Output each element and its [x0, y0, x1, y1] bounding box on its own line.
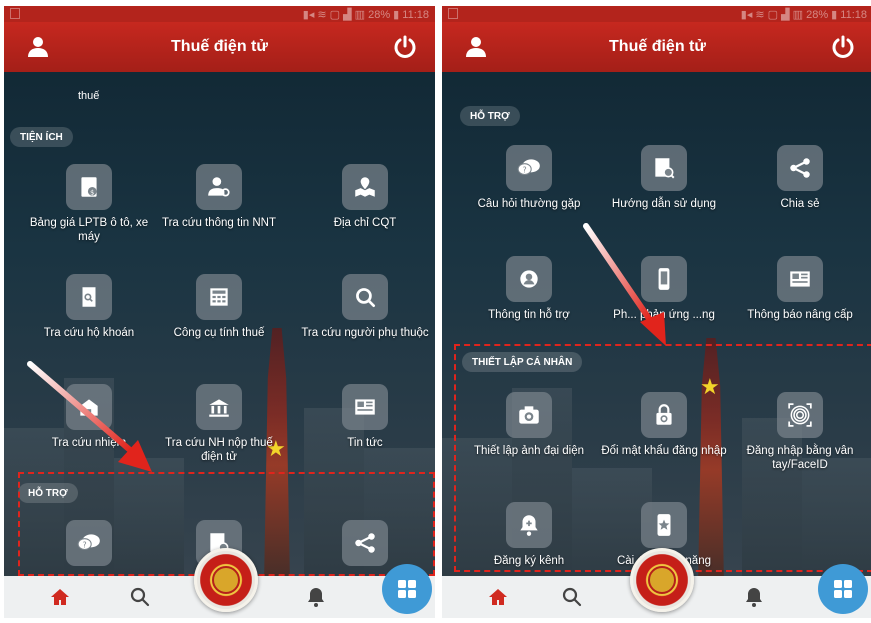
left-phone-screen: ★ ▮◂ ≋ ▢ ▟ ▥ 28% ▮ 11:18 Thuế điện tử th… [4, 6, 435, 618]
tile-share[interactable]: Chia sẻ [735, 145, 865, 211]
map-location-icon [355, 177, 375, 197]
share-icon [355, 533, 375, 553]
tile-label: Câu hỏi thường gặp [477, 198, 581, 210]
tile-label: Địa chỉ CQT [333, 217, 397, 229]
household-search-icon [82, 287, 96, 307]
section-personal-settings: THIẾT LẬP CÁ NHÂN [462, 352, 583, 372]
taxpayer-search-icon [208, 177, 230, 197]
upgrade-notice-icon [790, 271, 810, 287]
search-magnifier-icon [356, 288, 376, 308]
tile-news[interactable]: Tin tức [300, 384, 430, 450]
tile-app-feedback[interactable]: Ph... phản ứng ...ng [599, 256, 729, 322]
section-utilities: TIỆN ÍCH [10, 127, 73, 147]
section-support: HỖ TRỢ [18, 483, 78, 503]
menu-grid-icon[interactable] [818, 564, 868, 614]
tile-label: Bảng giá LPTB ô tô, xe máy [29, 217, 149, 243]
status-bar: ▮◂ ≋ ▢ ▟ ▥ 28% ▮ 11:18 [442, 6, 871, 22]
notification-icon[interactable] [304, 585, 328, 609]
tile-label: Đăng nhập bằng vân tay/FaceID [746, 445, 854, 471]
tax-emblem-icon[interactable] [194, 548, 258, 612]
bank-icon [209, 399, 229, 417]
tile-label: Tra cứu người phụ thuộc [301, 327, 429, 339]
tile-avatar-setup[interactable]: Thiết lập ảnh đại diện [464, 392, 594, 458]
news-icon [355, 399, 375, 415]
price-list-icon: $ [81, 177, 97, 197]
tile-label: Công cụ tính thuế [173, 327, 265, 339]
camera-icon [519, 406, 539, 424]
tile-change-password[interactable]: Đổi mật khẩu đăng nhập [599, 392, 729, 458]
truncated-label: thuế [78, 90, 100, 102]
support-info-icon [520, 270, 538, 288]
tile-label: Thiết lập ảnh đại diện [474, 445, 584, 457]
tile-channel-subscribe[interactable]: Đăng ký kênh [464, 502, 594, 568]
user-icon[interactable] [26, 35, 50, 59]
tile-tax-calculator[interactable]: Công cụ tính thuế [154, 274, 284, 340]
tile-biometric-login[interactable]: Đăng nhập bằng vân tay/FaceID [735, 392, 865, 472]
home-icon[interactable] [486, 585, 510, 609]
chat-question-icon: ? [77, 534, 100, 551]
app-header: Thuế điện tử [4, 22, 435, 72]
status-bar: ▮◂ ≋ ▢ ▟ ▥ 28% ▮ 11:18 [4, 6, 435, 22]
app-title: Thuế điện tử [609, 38, 706, 55]
tile-label: Tra cứu hộ khoán [43, 327, 135, 339]
tile-price-list[interactable]: $ Bảng giá LPTB ô tô, xe máy [24, 164, 154, 244]
tile-taxpayer-search[interactable]: Tra cứu thông tin NNT [154, 164, 284, 230]
search-icon[interactable] [128, 585, 152, 609]
tile-label: Ph... phản ứng ...ng [613, 309, 715, 321]
tile-label: Hướng dẫn sử dụng [611, 198, 717, 210]
svg-text:?: ? [83, 540, 87, 549]
tax-emblem-icon[interactable] [630, 548, 694, 612]
user-icon[interactable] [464, 35, 488, 59]
phone-feedback-icon [658, 268, 670, 290]
app-header: Thuế điện tử [442, 22, 871, 72]
tile-label: Tin tức [347, 437, 383, 449]
app-title: Thuế điện tử [171, 38, 268, 55]
tile-share[interactable] [300, 520, 430, 566]
obligation-search-icon [80, 399, 98, 416]
tile-label: Tra cứu thông tin NNT [161, 217, 276, 229]
svg-text:$: $ [90, 189, 94, 197]
search-icon[interactable] [560, 585, 584, 609]
tile-faq[interactable]: ? Câu hỏi thường gặp [464, 145, 594, 211]
lock-reset-icon [656, 404, 672, 425]
tile-faq[interactable]: ? [24, 520, 154, 566]
guide-doc-icon [655, 158, 675, 179]
tile-label: Đăng ký kênh [493, 555, 565, 567]
tile-label: Tra cứu nhiệm [51, 437, 127, 449]
calculator-icon [210, 288, 228, 306]
tile-label: Thông báo nâng cấp [747, 309, 853, 321]
tile-upgrade-notice[interactable]: Thông báo nâng cấp [735, 256, 865, 322]
power-icon[interactable] [831, 35, 855, 59]
tile-label: Thông tin hỗ trợ [488, 309, 570, 321]
home-icon[interactable] [48, 585, 72, 609]
tile-bank-search[interactable]: Tra cứu NH nộp thuế điện tử [154, 384, 284, 464]
bell-subscribe-icon [520, 515, 538, 536]
power-icon[interactable] [393, 35, 417, 59]
svg-text:?: ? [523, 165, 527, 174]
tile-dependent-search[interactable]: Tra cứu người phụ thuộc [300, 274, 430, 340]
tile-user-guide[interactable]: Hướng dẫn sử dụng [599, 145, 729, 211]
tile-obligation-search[interactable]: Tra cứu nhiệm [24, 384, 154, 450]
fingerprint-icon [788, 403, 812, 427]
right-phone-screen: ★ ▮◂ ≋ ▢ ▟ ▥ 28% ▮ 11:18 Thuế điện tử HỖ… [442, 6, 871, 618]
tile-label: Tra cứu NH nộp thuế điện tử [165, 437, 273, 463]
tile-support-info[interactable]: Thông tin hỗ trợ [464, 256, 594, 322]
tile-label: Chia sẻ [780, 198, 820, 210]
menu-grid-icon[interactable] [382, 564, 432, 614]
tile-tax-office-address[interactable]: Địa chỉ CQT [300, 164, 430, 230]
chat-question-icon: ? [517, 159, 540, 176]
notification-icon[interactable] [742, 585, 766, 609]
settings-phone-icon [657, 514, 671, 536]
section-support: HỖ TRỢ [460, 106, 520, 126]
tile-label: Đổi mật khẩu đăng nhập [601, 445, 727, 457]
tile-household-search[interactable]: Tra cứu hộ khoán [24, 274, 154, 340]
share-icon [790, 158, 810, 178]
